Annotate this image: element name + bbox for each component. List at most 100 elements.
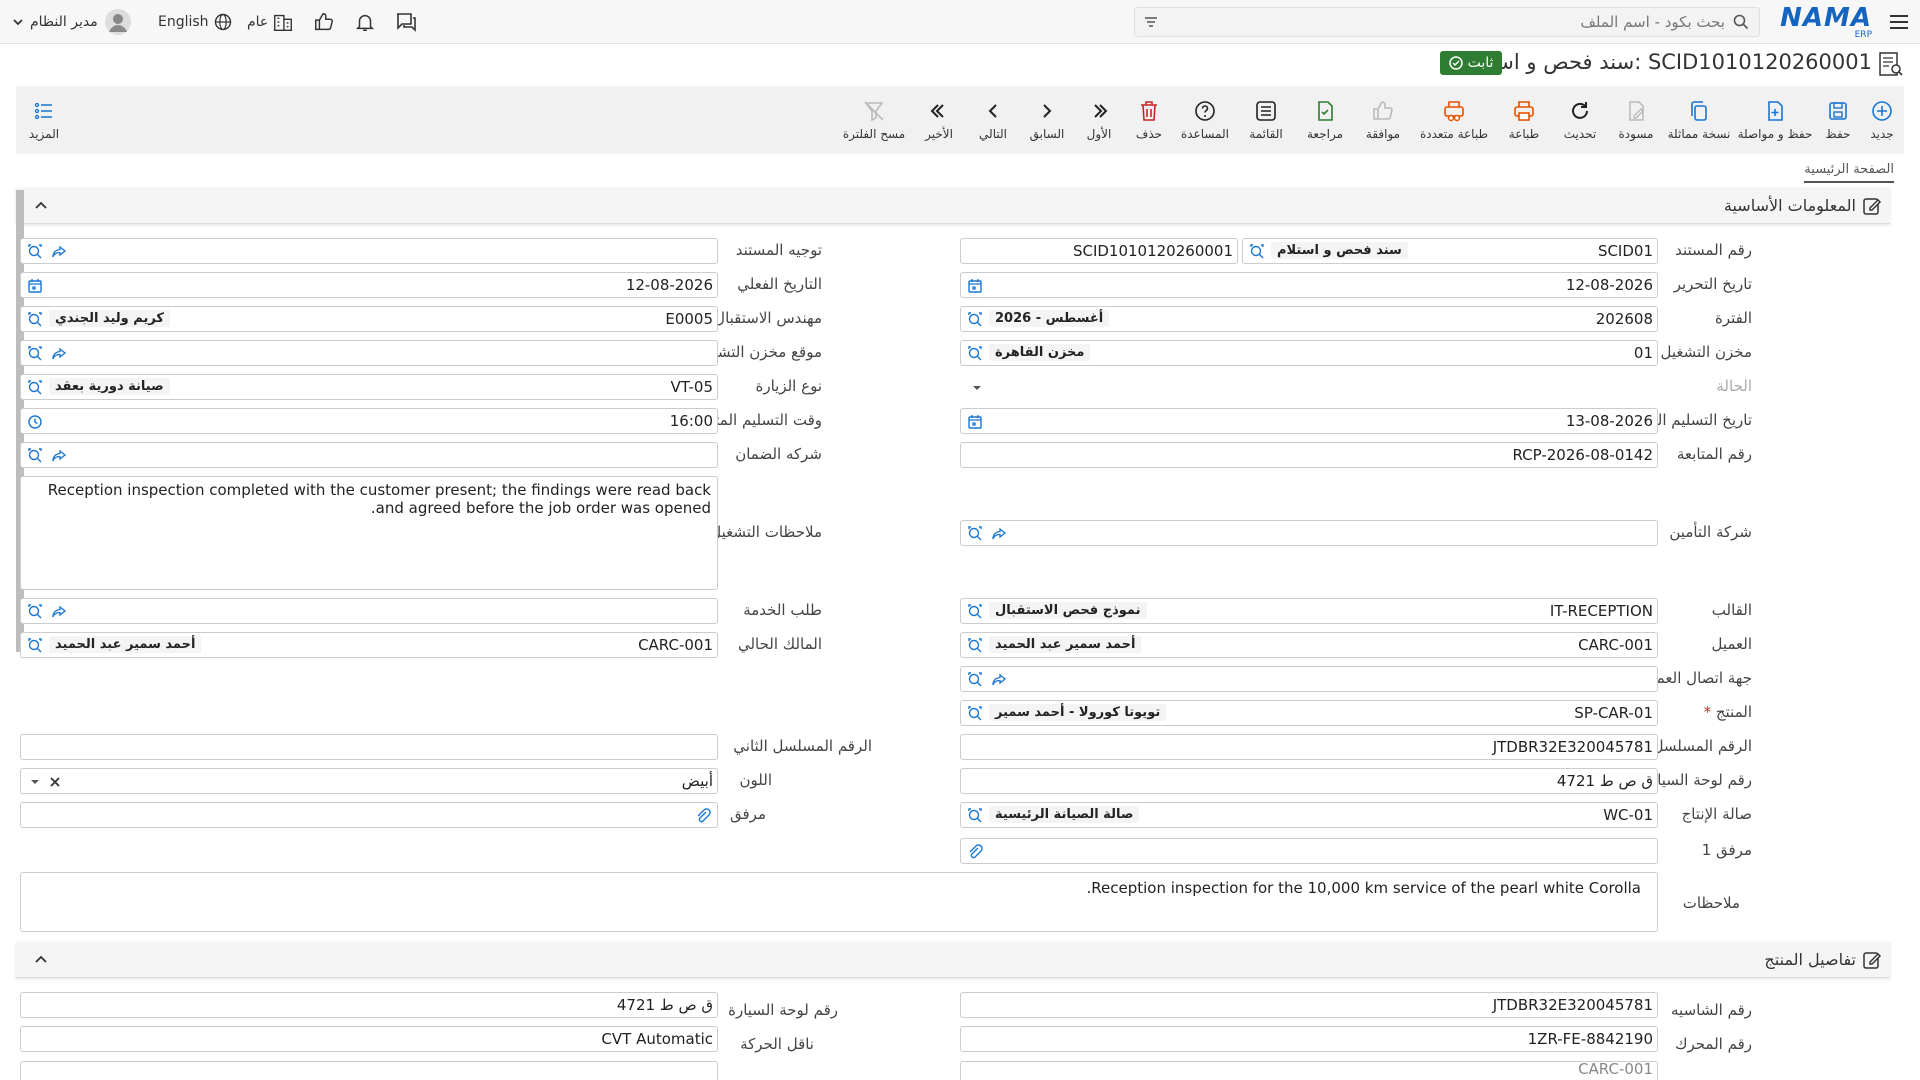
search-icon[interactable] xyxy=(1249,244,1265,260)
clear-icon[interactable] xyxy=(47,774,63,790)
copy-button[interactable]: نسخة مماثلة xyxy=(1664,86,1734,154)
followup-no-field[interactable]: RCP-2026-08-0142 xyxy=(960,442,1658,468)
partial-row-field[interactable]: CARC-001 xyxy=(960,1061,1658,1080)
reception-engineer-field[interactable]: E0005 كريم وليد الجندي xyxy=(20,306,718,332)
share-icon[interactable] xyxy=(51,448,67,464)
review-button[interactable]: مراجعة xyxy=(1296,86,1354,154)
dropdown-caret-icon[interactable] xyxy=(27,774,43,790)
notes-textarea[interactable]: Reception inspection for the 10,000 km s… xyxy=(20,872,1658,932)
search-icon[interactable] xyxy=(27,346,43,362)
refresh-button[interactable]: تحديث xyxy=(1552,86,1608,154)
share-icon[interactable] xyxy=(51,604,67,620)
op-store-location-field[interactable] xyxy=(20,340,718,366)
share-icon[interactable] xyxy=(991,526,1007,542)
transmission-field[interactable]: CVT Automatic xyxy=(20,1026,718,1052)
visit-type-field[interactable]: VT-05 صيانة دورية بعقد xyxy=(20,374,718,400)
filter-icon[interactable] xyxy=(1143,14,1159,30)
search-input[interactable]: بحث بكود - اسم الملف xyxy=(1134,7,1760,37)
calendar-icon[interactable] xyxy=(967,278,983,294)
print-button[interactable]: طباعة xyxy=(1496,86,1552,154)
engine-field[interactable]: 1ZR-FE-8842190 xyxy=(960,1026,1658,1052)
hamburger-menu-icon[interactable] xyxy=(1888,0,1910,44)
chassis-field[interactable]: JTDBR32E320045781 xyxy=(960,992,1658,1018)
thumbs-up-icon[interactable] xyxy=(313,0,335,44)
multi-print-button[interactable]: طباعة متعددة xyxy=(1412,86,1496,154)
color-select[interactable]: أبيض xyxy=(20,768,718,794)
share-icon[interactable] xyxy=(991,672,1007,688)
template-field[interactable]: IT-RECEPTION نموذج فحص الاستقبال xyxy=(960,598,1658,624)
search-icon[interactable] xyxy=(27,380,43,396)
doc-direction-field[interactable] xyxy=(20,238,718,264)
attachment1-field[interactable] xyxy=(960,838,1658,864)
last-button[interactable]: الأخير xyxy=(912,86,966,154)
language-switch[interactable]: English xyxy=(158,0,232,44)
search-icon[interactable] xyxy=(967,706,983,722)
paperclip-icon[interactable] xyxy=(967,844,983,860)
page-title: سند فحص و استلام: SCID1010120260001 xyxy=(1464,50,1872,74)
draft-button[interactable]: مسودة xyxy=(1608,86,1664,154)
scope-selector[interactable]: عام xyxy=(247,0,294,44)
chevron-up-icon[interactable] xyxy=(34,198,48,212)
serial2-field[interactable] xyxy=(20,734,718,760)
expected-delivery-time-field[interactable]: 16:00 xyxy=(20,408,718,434)
new-button[interactable]: جديد xyxy=(1860,86,1904,154)
insurance-company-field[interactable] xyxy=(960,520,1658,546)
bell-icon[interactable] xyxy=(354,0,376,44)
production-hall-field[interactable]: WC-01 صالة الصيانة الرئيسية xyxy=(960,802,1658,828)
clock-icon[interactable] xyxy=(27,414,43,430)
tab-main[interactable]: الصفحة الرئيسية xyxy=(1804,162,1894,183)
search-icon[interactable] xyxy=(27,604,43,620)
search-icon[interactable] xyxy=(27,244,43,260)
plate2-field[interactable]: ق ص ط 4721 xyxy=(20,992,718,1018)
serial-field[interactable]: JTDBR32E320045781 xyxy=(960,734,1658,760)
search-icon[interactable] xyxy=(967,672,983,688)
search-icon[interactable] xyxy=(967,604,983,620)
next-button[interactable]: التالي xyxy=(966,86,1020,154)
period-field[interactable]: 202608 2026 - أغسطس xyxy=(960,306,1658,332)
logo[interactable]: NAMA ERP xyxy=(1780,0,1872,44)
more-button[interactable]: المزيد xyxy=(16,86,72,154)
search-icon[interactable] xyxy=(967,808,983,824)
first-button[interactable]: الأول xyxy=(1074,86,1124,154)
chevron-up-icon[interactable] xyxy=(34,952,48,966)
search-icon[interactable] xyxy=(967,312,983,328)
plate-field[interactable]: ق ص ط 4721 xyxy=(960,768,1658,794)
search-icon[interactable] xyxy=(967,346,983,362)
delete-button[interactable]: حذف xyxy=(1124,86,1174,154)
search-icon[interactable] xyxy=(27,448,43,464)
op-store-field[interactable]: 01 مخزن القاهرة xyxy=(960,340,1658,366)
doc-code-field[interactable]: SCID1010120260001 xyxy=(960,238,1238,264)
prev-button[interactable]: السابق xyxy=(1020,86,1074,154)
product-field[interactable]: SP-CAR-01 تويوتا كورولا - أحمد سمير xyxy=(960,700,1658,726)
chat-icon[interactable] xyxy=(394,0,418,44)
list-button[interactable]: القائمة xyxy=(1236,86,1296,154)
help-button[interactable]: المساعدة xyxy=(1174,86,1236,154)
save-continue-button[interactable]: حفظ و مواصلة xyxy=(1734,86,1816,154)
edit-date-field[interactable]: 12-08-2026 xyxy=(960,272,1658,298)
share-icon[interactable] xyxy=(51,244,67,260)
paperclip-icon[interactable] xyxy=(695,808,711,824)
warranty-company-field[interactable] xyxy=(20,442,718,468)
calendar-icon[interactable] xyxy=(967,414,983,430)
doc-no-field[interactable]: SCID01 سند فحص و استلام xyxy=(1242,238,1658,264)
search-icon[interactable] xyxy=(27,638,43,654)
user-menu[interactable]: مدير النظام xyxy=(12,0,132,44)
share-icon[interactable] xyxy=(51,346,67,362)
service-request-field[interactable] xyxy=(20,598,718,624)
search-icon[interactable] xyxy=(967,638,983,654)
save-button[interactable]: حفظ xyxy=(1816,86,1860,154)
search-icon[interactable] xyxy=(967,526,983,542)
partial-row-left-field[interactable] xyxy=(20,1061,718,1080)
attachment-field[interactable] xyxy=(20,802,718,828)
actual-date-field[interactable]: 12-08-2026 xyxy=(20,272,718,298)
op-notes-textarea[interactable]: Reception inspection completed with the … xyxy=(20,476,718,590)
approve-button[interactable]: موافقة xyxy=(1354,86,1412,154)
search-icon[interactable] xyxy=(27,312,43,328)
expected-delivery-date-field[interactable]: 13-08-2026 xyxy=(960,408,1658,434)
customer-contact-field[interactable] xyxy=(960,666,1658,692)
status-select[interactable] xyxy=(960,374,1658,400)
calendar-icon[interactable] xyxy=(27,278,43,294)
current-owner-field[interactable]: CARC-001 أحمد سمير عبد الحميد xyxy=(20,632,718,658)
clear-filter-button[interactable]: مسح الفلترة xyxy=(836,86,912,154)
customer-field[interactable]: CARC-001 أحمد سمير عبد الحميد xyxy=(960,632,1658,658)
